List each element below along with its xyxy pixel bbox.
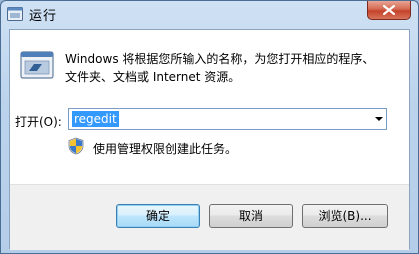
window-title: 运行 bbox=[29, 9, 58, 24]
uac-shield-icon bbox=[68, 137, 84, 155]
description-line-1: Windows 将根据您所输入的名称，为您打开相应的程序、 bbox=[65, 52, 375, 66]
close-icon bbox=[383, 5, 395, 15]
dialog-description: Windows 将根据您所输入的名称，为您打开相应的程序、 文件夹、文档或 In… bbox=[65, 50, 395, 86]
admin-notice: 使用管理权限创建此任务。 bbox=[93, 142, 238, 156]
dialog-client-area: Windows 将根据您所输入的名称，为您打开相应的程序、 文件夹、文档或 In… bbox=[9, 29, 410, 250]
ok-button[interactable]: 确定 bbox=[116, 204, 200, 228]
chevron-down-icon[interactable] bbox=[375, 117, 383, 121]
description-line-2: 文件夹、文档或 Internet 资源。 bbox=[65, 70, 241, 84]
run-dialog-window: 运行 Windows 将根据您所输入的名称，为您打开相应的程序、 文件夹、文档或… bbox=[0, 0, 419, 254]
close-button[interactable] bbox=[367, 1, 411, 20]
open-input-value[interactable]: regedit bbox=[72, 111, 119, 127]
cancel-button[interactable]: 取消 bbox=[209, 204, 293, 228]
run-icon bbox=[20, 51, 54, 79]
open-label: 打开(O): bbox=[15, 115, 62, 129]
title-bar[interactable]: 运行 bbox=[1, 1, 418, 29]
browse-button[interactable]: 浏览(B)... bbox=[302, 204, 388, 228]
open-combobox[interactable]: regedit bbox=[68, 108, 387, 130]
run-icon bbox=[7, 7, 23, 21]
